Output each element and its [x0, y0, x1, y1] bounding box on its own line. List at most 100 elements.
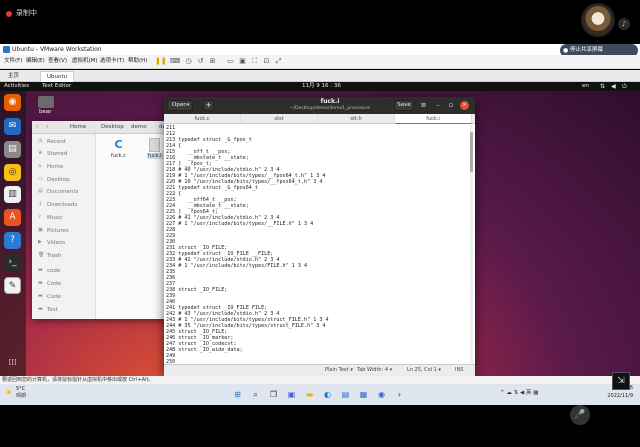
- help-icon[interactable]: ?: [4, 232, 21, 249]
- firefox-icon[interactable]: ◉: [4, 94, 21, 111]
- menu-vm[interactable]: 虚拟机(M): [72, 57, 98, 66]
- cursor-position[interactable]: Ln 25, Col 1 ▾: [407, 366, 441, 374]
- writer-icon[interactable]: ▥: [4, 186, 21, 203]
- sidebar-item-test[interactable]: Test: [47, 306, 58, 314]
- file-label[interactable]: fuck.c: [111, 153, 126, 159]
- menu-view[interactable]: 查看(V): [48, 57, 67, 66]
- meeting-app-icon[interactable]: ◉: [374, 387, 389, 402]
- scrollbar-thumb[interactable]: [470, 132, 473, 172]
- windows-start-icon[interactable]: ⊞: [230, 387, 245, 402]
- rhythmbox-icon[interactable]: ◎: [4, 164, 21, 181]
- breadcrumb-desktop[interactable]: Desktop: [101, 123, 124, 132]
- chat-icon[interactable]: ▣: [284, 387, 299, 402]
- sidebar-item-documents[interactable]: Documents: [47, 188, 78, 196]
- activities-button[interactable]: Activities: [4, 82, 29, 91]
- taskbar-date[interactable]: 2022/11/9: [595, 393, 633, 400]
- unity-icon[interactable]: ⊡: [262, 57, 271, 66]
- breadcrumb-home[interactable]: Home: [70, 123, 86, 132]
- tab-stst[interactable]: stst: [241, 114, 318, 124]
- terminal-icon[interactable]: ›_: [4, 254, 21, 271]
- power-icon[interactable]: ⏻: [622, 82, 627, 91]
- tab-width-selector[interactable]: Tab Width: 4 ▾: [357, 366, 392, 374]
- show-apps-icon[interactable]: ⁞⁞⁞: [5, 356, 20, 371]
- system-tray[interactable]: ^ ☁ ⇅ ◀ 英 ▦: [500, 389, 538, 397]
- picture-icon: ▣: [38, 227, 43, 233]
- console-view-icon[interactable]: ▣: [238, 57, 247, 66]
- edge-icon[interactable]: ◐: [320, 387, 335, 402]
- desktop-home-label: bear: [39, 109, 52, 115]
- stretch-icon[interactable]: ⤢: [274, 57, 283, 66]
- keyboard-layout[interactable]: en: [582, 82, 589, 91]
- tab-stt-h[interactable]: stt.h: [318, 114, 395, 124]
- sidebar-item-downloads[interactable]: Downloads: [47, 201, 77, 209]
- snapshot-icon[interactable]: ◷: [184, 57, 193, 66]
- thunderbird-icon[interactable]: ✉: [4, 118, 21, 135]
- music-icon: ♪: [38, 214, 42, 220]
- screen-share-toggle-icon[interactable]: ⇲: [612, 372, 630, 390]
- sidebar-item-videos[interactable]: Videos: [47, 239, 65, 247]
- text-editor-icon[interactable]: ✎: [4, 277, 21, 294]
- menu-file[interactable]: 文件(F): [4, 57, 22, 66]
- menu-help[interactable]: 帮助(H): [128, 57, 147, 66]
- vmware-logo-icon: [3, 46, 10, 53]
- send-keys-icon[interactable]: ⌨: [170, 57, 180, 66]
- folder-icon: ▬: [38, 306, 43, 312]
- code-line: 227 # 1 "/usr/include/bits/types/__FILE.…: [166, 221, 314, 227]
- file-explorer-icon[interactable]: ▬: [302, 387, 317, 402]
- sidebar-item-code-3[interactable]: Code: [47, 293, 61, 301]
- manage-snapshots-icon[interactable]: ⊞: [208, 57, 217, 66]
- chevron-down-icon[interactable]: ▾: [187, 100, 190, 111]
- sidebar-item-code-1[interactable]: code: [47, 267, 60, 275]
- files-icon[interactable]: ▤: [4, 141, 21, 158]
- pause-icon[interactable]: ❚❚: [155, 57, 167, 66]
- breadcrumb-demo[interactable]: demo: [131, 123, 147, 132]
- sidebar-item-pictures[interactable]: Pictures: [47, 227, 69, 235]
- mic-icon[interactable]: ♪: [618, 18, 630, 30]
- clock[interactable]: 11月 9 16 : 36: [302, 82, 341, 91]
- search-icon[interactable]: ⌕: [248, 387, 263, 402]
- revert-icon[interactable]: ↺: [196, 57, 205, 66]
- sidebar-item-trash[interactable]: Trash: [47, 252, 62, 260]
- mic-icon[interactable]: 🎤: [570, 405, 590, 425]
- document-path: ~/Desktop/demo/demo1_procedure: [289, 106, 371, 111]
- maximize-icon[interactable]: ▫: [446, 100, 456, 111]
- text-file-icon[interactable]: [149, 138, 160, 152]
- new-tab-button[interactable]: +: [203, 100, 214, 111]
- forward-icon[interactable]: ›: [46, 123, 48, 132]
- software-icon[interactable]: A: [4, 209, 21, 226]
- task-view-icon[interactable]: ❐: [266, 387, 281, 402]
- sidebar-item-home[interactable]: Home: [47, 163, 63, 171]
- save-button[interactable]: Save: [394, 100, 414, 111]
- sidebar-item-desktop[interactable]: Desktop: [47, 176, 70, 184]
- app-menu[interactable]: Text Editor: [42, 82, 71, 91]
- tab-fuck-c[interactable]: fuck.c: [164, 114, 241, 124]
- volume-icon[interactable]: ◀: [611, 82, 616, 91]
- fullscreen-icon[interactable]: ⛶: [250, 57, 259, 66]
- tab-home[interactable]: 主页: [2, 71, 25, 82]
- hamburger-menu-icon[interactable]: ≡: [418, 100, 429, 111]
- sidebar-item-code-2[interactable]: Code: [47, 280, 61, 288]
- tab-fuck-i[interactable]: fuck.i: [395, 114, 472, 124]
- close-icon[interactable]: ×: [460, 101, 469, 110]
- library-icon[interactable]: ▭: [226, 57, 235, 66]
- file-label[interactable]: fuck.i: [147, 153, 163, 159]
- sidebar-item-starred[interactable]: Starred: [47, 150, 67, 158]
- store-icon[interactable]: ▤: [338, 387, 353, 402]
- vmware-taskbar-icon[interactable]: ▦: [356, 387, 371, 402]
- menu-tabs[interactable]: 选项卡(T): [100, 57, 124, 66]
- network-icon[interactable]: ⇅: [600, 82, 605, 91]
- minimize-icon[interactable]: –: [433, 100, 443, 111]
- weather-sun-icon[interactable]: ☀: [5, 388, 12, 397]
- menu-edit[interactable]: 编辑(E): [26, 57, 45, 66]
- bottom-bar: [0, 405, 640, 447]
- syntax-selector[interactable]: Plain Text ▾: [325, 366, 353, 374]
- terminal-taskbar-icon[interactable]: ›: [392, 387, 407, 402]
- c-file-icon[interactable]: C: [113, 138, 124, 152]
- back-icon[interactable]: ‹: [36, 123, 38, 132]
- sidebar-item-recent[interactable]: Recent: [47, 138, 66, 146]
- tab-ubuntu[interactable]: Ubuntu: [40, 71, 75, 82]
- weather-temp[interactable]: 5°C: [16, 386, 25, 393]
- weather-desc[interactable]: 晴朗: [16, 393, 26, 400]
- home-folder-icon[interactable]: [38, 96, 54, 108]
- sidebar-item-music[interactable]: Music: [47, 214, 63, 222]
